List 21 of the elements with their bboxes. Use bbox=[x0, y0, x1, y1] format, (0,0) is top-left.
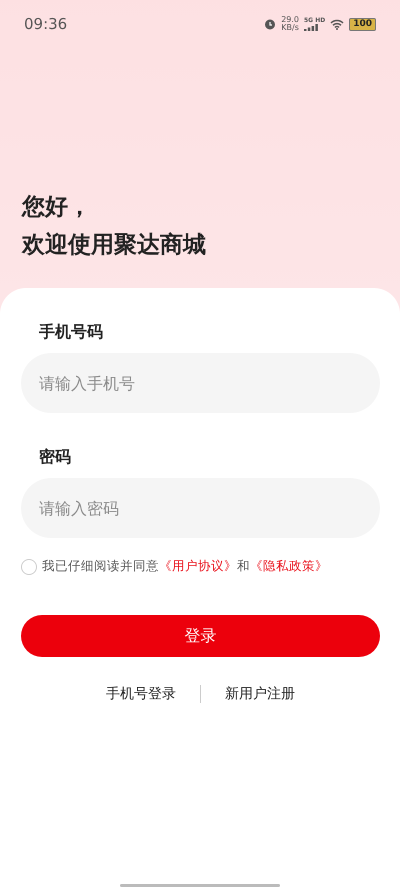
signal-icon bbox=[304, 24, 318, 31]
greeting-text: 欢迎使用聚达商城 bbox=[22, 231, 206, 260]
network-speed-unit: KB/s bbox=[281, 24, 299, 32]
home-indicator[interactable] bbox=[120, 884, 280, 887]
alarm-clock-icon bbox=[264, 18, 276, 30]
agreement-text: 我已仔细阅读并同意《用户协议》和《隐私政策》 bbox=[42, 558, 328, 575]
input-field[interactable]: 请输入手机号 bbox=[21, 353, 380, 413]
agreement-link[interactable]: 《隐私政策》 bbox=[250, 558, 328, 573]
field-label: 手机号码 bbox=[39, 322, 103, 343]
bottom-link[interactable]: 手机号登录 bbox=[106, 685, 176, 703]
agreement-checkbox[interactable] bbox=[21, 558, 37, 574]
battery-level: 100 bbox=[349, 18, 376, 30]
agreement-link[interactable]: 《用户协议》 bbox=[159, 558, 237, 573]
input-field[interactable]: 请输入密码 bbox=[21, 478, 380, 538]
field-label: 密码 bbox=[39, 447, 71, 468]
wifi-icon bbox=[330, 18, 344, 30]
login-button[interactable]: 登录 bbox=[21, 615, 380, 657]
network-speed-value: 29.0 bbox=[281, 16, 299, 24]
status-time: 09:36 bbox=[24, 15, 68, 33]
greeting-text: 您好， bbox=[22, 193, 91, 222]
bottom-link[interactable]: 新用户注册 bbox=[225, 685, 295, 703]
